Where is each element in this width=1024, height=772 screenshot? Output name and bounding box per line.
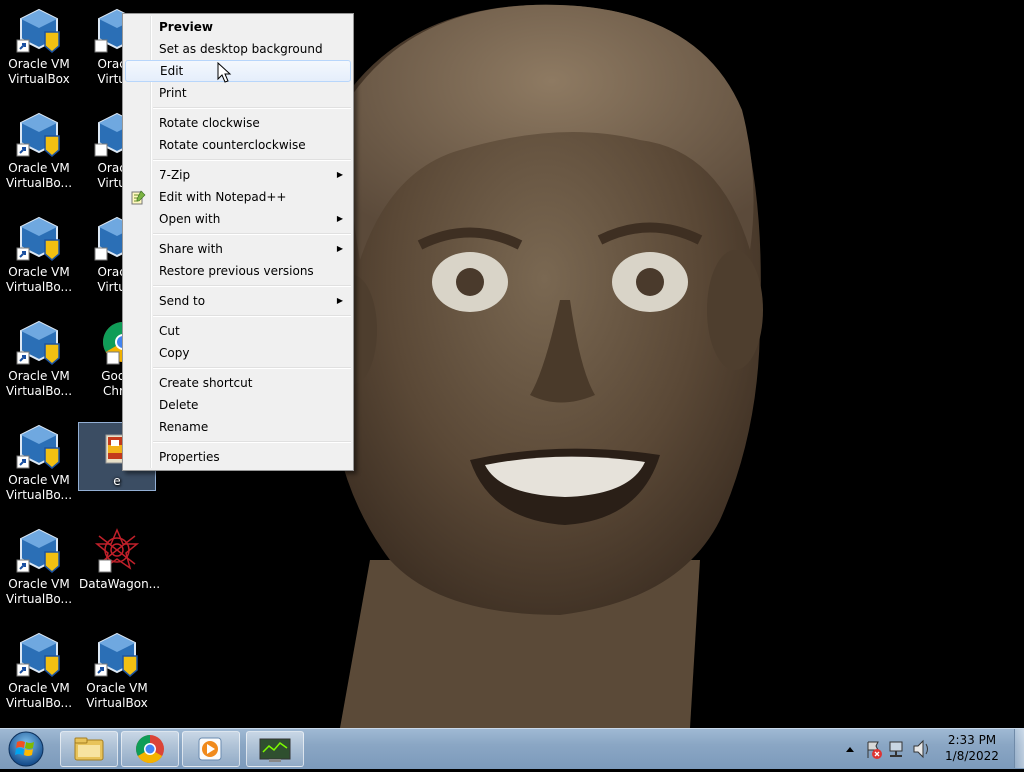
menu-separator — [153, 159, 351, 161]
menu-separator — [153, 367, 351, 369]
virtualbox-icon — [15, 318, 63, 366]
chrome-icon — [136, 735, 164, 763]
menu-item-send-to[interactable]: Send to ▶ — [125, 290, 351, 312]
menu-item-edit-with-notepad-plus-plus[interactable]: Edit with Notepad++ — [125, 186, 351, 208]
desktop-icon-label: Oracle VM VirtualBox — [86, 681, 148, 710]
menu-item-label: Send to — [159, 294, 206, 308]
menu-item-delete[interactable]: Delete — [125, 394, 351, 416]
virtualbox-icon — [15, 110, 63, 158]
menu-item-label: Share with — [159, 242, 223, 256]
menu-item-label: Rename — [159, 420, 209, 434]
menu-item-label: Preview — [159, 20, 214, 34]
menu-item-7zip[interactable]: 7-Zip ▶ — [125, 164, 351, 186]
desktop-icon-label: Oracle VM VirtualBox — [8, 57, 70, 86]
desktop-icon-virtualbox[interactable]: Oracle VM VirtualBo... — [1, 110, 77, 191]
start-button[interactable] — [4, 730, 44, 768]
menu-item-label: Open with — [159, 212, 221, 226]
clock-time: 2:33 PM — [947, 733, 997, 747]
submenu-arrow-icon: ▶ — [336, 170, 343, 179]
show-desktop-button[interactable] — [1014, 729, 1024, 768]
desktop-icon-label: Oracle VM VirtualBo... — [5, 577, 73, 606]
desktop-icon-label: Oracle VM VirtualBo... — [5, 369, 73, 398]
submenu-arrow-icon: ▶ — [336, 244, 343, 253]
network-icon[interactable] — [889, 741, 903, 757]
desktop-icon-virtualbox[interactable]: Oracle VM VirtualBo... — [1, 630, 77, 711]
desktop-icon-label: DataWagon... — [79, 577, 161, 591]
menu-item-open-with[interactable]: Open with ▶ — [125, 208, 351, 230]
menu-separator — [153, 233, 351, 235]
folder-explorer-icon — [74, 737, 104, 761]
virtualbox-icon — [15, 6, 63, 54]
menu-item-print[interactable]: Print — [125, 82, 351, 104]
desktop-icon-label: Oracle VM VirtualBo... — [5, 161, 73, 190]
submenu-arrow-icon: ▶ — [336, 214, 343, 223]
menu-item-preview[interactable]: Preview — [125, 16, 351, 38]
menu-item-rotate-counterclockwise[interactable]: Rotate counterclockwise — [125, 134, 351, 156]
notepad-plus-plus-icon — [130, 189, 146, 205]
menu-item-label: Properties — [159, 450, 220, 464]
desktop-icon-virtualbox[interactable]: Oracle VM VirtualBo... — [1, 318, 77, 399]
menu-item-label: Edit — [160, 64, 184, 78]
desktop-icon-virtualbox[interactable]: Oracle VM VirtualBo... — [1, 422, 77, 503]
menu-item-rotate-clockwise[interactable]: Rotate clockwise — [125, 112, 351, 134]
menu-item-label: Copy — [159, 346, 190, 360]
menu-item-label: Edit with Notepad++ — [159, 190, 287, 204]
virtualbox-icon — [15, 422, 63, 470]
menu-item-label: Print — [159, 86, 187, 100]
desktop-icon-label: Oracle VM VirtualBo... — [5, 681, 73, 710]
menu-item-copy[interactable]: Copy — [125, 342, 351, 364]
menu-item-label: Cut — [159, 324, 180, 338]
menu-item-label: Set as desktop background — [159, 42, 323, 56]
virtualbox-icon — [93, 630, 141, 678]
desktop[interactable]: Oracle VM VirtualBox Oracle VM VirtualBo… — [0, 0, 1024, 728]
menu-item-create-shortcut[interactable]: Create shortcut — [125, 372, 351, 394]
desktop-icon-datawagon[interactable]: DataWagon... — [79, 526, 161, 592]
virtualbox-icon — [15, 214, 63, 262]
menu-separator — [153, 285, 351, 287]
virtualbox-icon — [15, 526, 63, 574]
context-menu: Preview Set as desktop background Edit P… — [122, 13, 354, 471]
menu-item-label: 7-Zip — [159, 168, 191, 182]
windows-start-orb-icon — [8, 731, 44, 767]
menu-item-label: Create shortcut — [159, 376, 253, 390]
desktop-icon-virtualbox[interactable]: Oracle VM VirtualBo... — [1, 214, 77, 295]
show-hidden-icons-chevron[interactable] — [846, 747, 854, 752]
menu-item-restore-previous-versions[interactable]: Restore previous versions — [125, 260, 351, 282]
desktop-icon-virtualbox[interactable]: Oracle VM VirtualBox — [79, 630, 155, 711]
datawagon-icon — [93, 526, 141, 574]
clock-date: 1/8/2022 — [945, 749, 999, 763]
volume-icon[interactable] — [913, 739, 928, 759]
desktop-icon-label: Oracle VM VirtualBo... — [5, 473, 73, 502]
menu-item-label: Restore previous versions — [159, 264, 314, 278]
menu-item-label: Delete — [159, 398, 199, 412]
menu-item-label: Rotate clockwise — [159, 116, 260, 130]
menu-separator — [153, 315, 351, 317]
menu-item-rename[interactable]: Rename — [125, 416, 351, 438]
menu-separator — [153, 441, 351, 443]
tray-icons — [846, 739, 928, 759]
menu-item-cut[interactable]: Cut — [125, 320, 351, 342]
taskbar-clock[interactable]: 2:33 PM 1/8/2022 — [936, 732, 1008, 764]
taskbar-explorer-button[interactable] — [60, 731, 118, 767]
menu-separator — [153, 107, 351, 109]
media-player-icon — [198, 737, 222, 761]
action-center-flag-icon[interactable] — [867, 741, 882, 759]
menu-item-set-desktop-background[interactable]: Set as desktop background — [125, 38, 351, 60]
submenu-arrow-icon: ▶ — [336, 296, 343, 305]
menu-item-edit[interactable]: Edit — [125, 60, 351, 82]
monitor-app-icon — [259, 738, 291, 762]
menu-item-share-with[interactable]: Share with ▶ — [125, 238, 351, 260]
taskbar-media-player-button[interactable] — [182, 731, 240, 767]
virtualbox-icon — [15, 630, 63, 678]
menu-item-label: Rotate counterclockwise — [159, 138, 306, 152]
menu-item-properties[interactable]: Properties — [125, 446, 351, 468]
desktop-icon-label: Oracle VM VirtualBo... — [5, 265, 73, 294]
desktop-icon-virtualbox[interactable]: Oracle VM VirtualBox — [1, 6, 77, 87]
taskbar-monitor-app-button[interactable] — [246, 731, 304, 767]
desktop-icon-label: e — [113, 474, 121, 488]
desktop-icon-virtualbox[interactable]: Oracle VM VirtualBo... — [1, 526, 77, 607]
taskbar-chrome-button[interactable] — [121, 731, 179, 767]
mouse-cursor-icon — [217, 62, 232, 83]
